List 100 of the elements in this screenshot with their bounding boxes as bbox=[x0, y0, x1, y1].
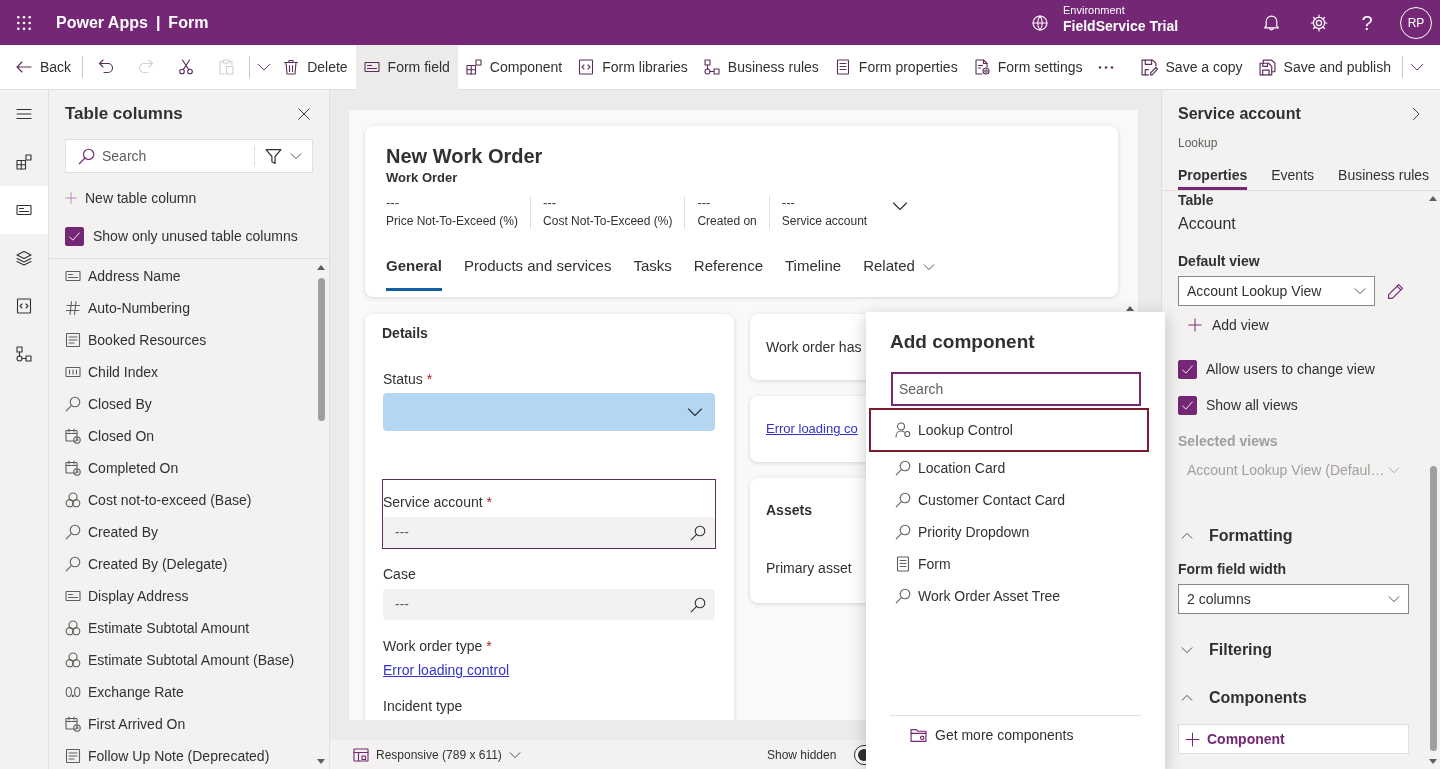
form-tab[interactable]: General bbox=[386, 246, 442, 291]
view-size-dropdown[interactable]: Responsive (789 x 611) bbox=[353, 745, 521, 764]
panel-tab[interactable]: Business rules bbox=[1338, 160, 1430, 190]
table-column-item[interactable]: Completed On bbox=[49, 452, 316, 484]
magnifier-icon bbox=[65, 396, 81, 412]
form-field[interactable]: Work order type * Error loading control bbox=[382, 623, 716, 681]
table-column-item[interactable]: First Arrived On bbox=[49, 708, 316, 740]
form-field[interactable]: Service account * --- bbox=[382, 479, 716, 549]
calendar-clock-icon bbox=[65, 460, 81, 476]
save-copy-button[interactable]: Save a copy bbox=[1132, 44, 1251, 90]
search-field[interactable]: Search bbox=[102, 140, 250, 172]
table-column-item[interactable]: Estimate Subtotal Amount (Base) bbox=[49, 644, 316, 676]
checkbox[interactable] bbox=[1178, 395, 1197, 415]
caret-down-icon[interactable] bbox=[317, 759, 325, 764]
scrollbar-thumb[interactable] bbox=[1429, 466, 1437, 751]
table-columns-pane-button[interactable] bbox=[0, 186, 48, 234]
component-list-item[interactable]: Customer Contact Card bbox=[869, 484, 1149, 516]
form-field[interactable]: Incident type bbox=[382, 683, 716, 717]
checkbox[interactable] bbox=[65, 226, 84, 246]
form-tab[interactable]: Tasks bbox=[633, 246, 672, 291]
section-header[interactable]: Components bbox=[1178, 686, 1307, 710]
error-link[interactable]: Error loading co bbox=[766, 419, 858, 439]
component-list-item[interactable]: Work Order Asset Tree bbox=[869, 580, 1149, 612]
form-field[interactable]: Status * bbox=[382, 356, 716, 432]
plus-icon bbox=[65, 192, 77, 204]
search-icon bbox=[78, 147, 95, 165]
form-settings-button[interactable]: Form settings bbox=[965, 44, 1091, 90]
table-column-item[interactable]: Created By (Delegate) bbox=[49, 548, 316, 580]
coins-icon bbox=[65, 492, 81, 508]
header-field-value: --- bbox=[781, 196, 795, 210]
component-list-item[interactable]: Priority Dropdown bbox=[869, 516, 1149, 548]
panel-title: Service account bbox=[1178, 104, 1301, 124]
business-rules-button[interactable]: Business rules bbox=[695, 44, 827, 90]
magnifier-icon bbox=[895, 460, 911, 476]
panel-tab[interactable]: Properties bbox=[1178, 160, 1248, 190]
flow-diagram-icon bbox=[16, 346, 32, 362]
caret-up-icon[interactable] bbox=[317, 265, 325, 270]
form-tab[interactable]: Products and services bbox=[463, 246, 612, 291]
table-column-item[interactable]: Estimate Subtotal Amount bbox=[49, 612, 316, 644]
add-view-button[interactable]: Add view bbox=[1188, 315, 1269, 335]
chevron-down-icon bbox=[922, 261, 935, 273]
table-column-item[interactable]: Closed By bbox=[49, 388, 316, 420]
field-label: Case bbox=[383, 565, 416, 584]
help-button[interactable]: ? bbox=[1343, 0, 1391, 45]
scrollbar-thumb[interactable] bbox=[317, 278, 325, 421]
pencil-icon bbox=[1386, 282, 1404, 300]
component-list-item[interactable]: Form bbox=[869, 548, 1149, 580]
caret-down-icon[interactable] bbox=[1429, 759, 1437, 764]
component-list-item[interactable]: Location Card bbox=[869, 452, 1149, 484]
form-title: New Work Order bbox=[386, 144, 543, 169]
form-field[interactable]: Case --- bbox=[382, 551, 716, 621]
form-field-button[interactable]: Form field bbox=[355, 44, 458, 90]
form-tab[interactable]: Reference bbox=[693, 246, 763, 291]
get-more-components-button[interactable]: Get more components bbox=[910, 724, 1074, 746]
lookup-field[interactable]: --- bbox=[383, 589, 715, 620]
error-link[interactable]: Error loading control bbox=[383, 660, 510, 680]
table-column-item[interactable]: Auto-Numbering bbox=[49, 292, 316, 324]
table-column-item[interactable]: Display Address bbox=[49, 580, 316, 612]
search-box[interactable]: Search bbox=[65, 139, 313, 173]
search-field[interactable]: Search bbox=[891, 372, 1141, 406]
chevron-down-icon bbox=[1181, 644, 1193, 656]
header-field-label: Service account bbox=[781, 213, 868, 229]
back-button[interactable]: Back bbox=[8, 44, 80, 90]
component-list-item[interactable]: Lookup Control bbox=[869, 408, 1149, 452]
section-header[interactable]: Formatting bbox=[1178, 524, 1293, 548]
environment-name[interactable]: FieldService Trial bbox=[1063, 17, 1179, 35]
coins-icon bbox=[65, 652, 81, 668]
field-label: Selected views bbox=[1178, 432, 1278, 451]
form-tab[interactable]: Timeline bbox=[785, 246, 842, 291]
table-column-item[interactable]: Follow Up Note (Deprecated) bbox=[49, 740, 316, 769]
table-column-item[interactable]: Created By bbox=[49, 516, 316, 548]
form-tab[interactable]: Related bbox=[863, 246, 935, 291]
section-header[interactable]: Filtering bbox=[1178, 638, 1273, 662]
header-field-value: --- bbox=[697, 196, 711, 210]
component-button[interactable]: Component bbox=[457, 44, 571, 90]
caret-up-icon[interactable] bbox=[1429, 196, 1437, 201]
field-label: Table bbox=[1178, 191, 1214, 209]
new-table-column-button[interactable]: New table column bbox=[65, 188, 197, 208]
checkbox[interactable] bbox=[1178, 359, 1197, 379]
table-column-item[interactable]: Booked Resources bbox=[49, 324, 316, 356]
lookup-field[interactable]: --- bbox=[383, 517, 715, 548]
chevron-up-icon bbox=[1181, 692, 1193, 704]
page-title: Form bbox=[168, 12, 209, 33]
form-libraries-button[interactable]: Form libraries bbox=[570, 44, 696, 90]
table-column-item[interactable]: Address Name bbox=[49, 260, 316, 292]
default-view-dropdown[interactable]: Account Lookup View bbox=[1178, 276, 1375, 306]
add-component-button[interactable]: Component bbox=[1178, 724, 1409, 754]
table-column-item[interactable]: Child Index bbox=[49, 356, 316, 388]
delete-button[interactable]: Delete bbox=[275, 44, 356, 90]
card-text: Work order has bbox=[766, 337, 862, 357]
app-launcher-icon bbox=[17, 15, 31, 30]
required-mark: * bbox=[486, 637, 492, 656]
table-column-item[interactable]: Closed On bbox=[49, 420, 316, 452]
checkbox-label: Show only unused table columns bbox=[93, 227, 298, 246]
table-column-item[interactable]: Cost not-to-exceed (Base) bbox=[49, 484, 316, 516]
panel-tab[interactable]: Events bbox=[1271, 160, 1315, 190]
save-publish-button[interactable]: Save and publish bbox=[1250, 44, 1399, 90]
form-properties-button[interactable]: Form properties bbox=[826, 44, 966, 90]
table-column-item[interactable]: Exchange Rate bbox=[49, 676, 316, 708]
select-dropdown[interactable]: 2 columns bbox=[1178, 584, 1409, 614]
